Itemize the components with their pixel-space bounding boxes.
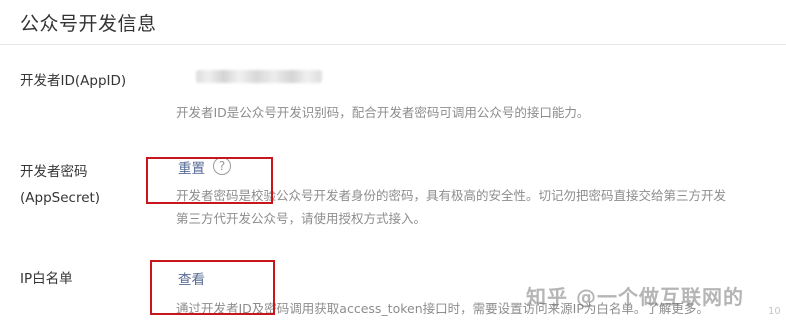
reset-highlight-box [146,157,273,204]
appsecret-label-line1: 开发者密码 [20,164,88,180]
appsecret-label: 开发者密码 (AppSecret) [20,159,100,211]
appid-label: 开发者ID(AppID) [20,73,127,89]
page-title: 公众号开发信息 [20,13,157,35]
title-divider [0,44,786,45]
appid-value-blurred [196,70,322,83]
watermark-sub: 10 [768,306,781,317]
appid-description: 开发者ID是公众号开发识别码，配合开发者密码可调用公众号的接口能力。 [176,105,590,120]
appsecret-label-line2: (AppSecret) [20,190,101,206]
appsecret-description-line2: 第三方代开发公众号，请使用授权方式接入。 [176,211,427,226]
view-highlight-box [150,260,275,315]
ip-whitelist-label: IP白名单 [20,271,73,287]
watermark: 知乎 @一个做互联网的 [526,285,744,309]
